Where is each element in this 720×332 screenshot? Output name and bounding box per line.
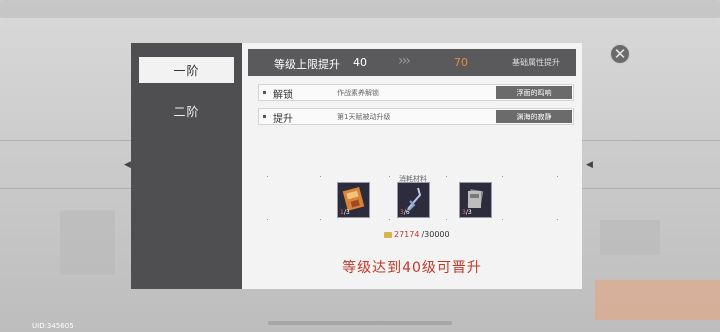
coin-icon (384, 231, 392, 238)
uid-label: UID:345605 (32, 322, 74, 330)
material-slot-1[interactable]: 1/3 (337, 182, 370, 218)
promotion-requirement: 等级达到40级可晋升 (342, 260, 482, 276)
tier-tab-2[interactable]: 二阶 (139, 98, 234, 124)
base-attr-label: 基础属性提升 (512, 58, 560, 67)
promotion-panel: 等级上限提升 40 ››› 70 基础属性提升 解锁 作战素养解锁 浮面的鸣响 … (242, 43, 582, 289)
current-level-cap: 40 (353, 56, 367, 69)
material-count: 3/3 (462, 209, 472, 216)
unlock-row: 解锁 作战素养解锁 浮面的鸣响 (258, 84, 574, 101)
upgrade-row: 提升 第1天赋被动升级 渊海的寂静 (258, 108, 574, 125)
unlock-value-button[interactable]: 浮面的鸣响 (496, 86, 572, 99)
tier-tab-1[interactable]: 一阶 (139, 57, 234, 83)
gold-cost: 27174/30000 (384, 230, 450, 239)
tier-panel: 一阶 二阶 (131, 43, 242, 289)
gold-have: 27174 (394, 230, 420, 239)
material-slot-3[interactable]: 3/3 (459, 182, 492, 218)
level-cap-header: 等级上限提升 40 ››› 70 基础属性提升 (248, 49, 576, 76)
home-indicator[interactable] (268, 321, 452, 325)
header-title: 等级上限提升 (274, 58, 340, 71)
material-slot-2[interactable]: 3/6 (397, 182, 430, 218)
material-count: 1/3 (340, 209, 350, 216)
right-arrow-icon[interactable]: ◀ (586, 160, 593, 170)
row-label: 提升 (273, 114, 293, 125)
next-level-cap: 70 (454, 56, 468, 69)
bullet-icon (263, 91, 266, 94)
close-icon[interactable]: ✕ (609, 43, 631, 65)
row-desc: 第1天赋被动升级 (337, 113, 391, 121)
bullet-icon (263, 115, 266, 118)
gold-total: /30000 (421, 230, 450, 239)
arrows-icon: ››› (398, 53, 411, 69)
left-arrow-icon[interactable]: ◀ (124, 160, 131, 170)
row-desc: 作战素养解锁 (337, 89, 379, 97)
material-count: 3/6 (400, 209, 410, 216)
row-label: 解锁 (273, 90, 293, 101)
upgrade-value-button[interactable]: 渊海的寂静 (496, 110, 572, 123)
